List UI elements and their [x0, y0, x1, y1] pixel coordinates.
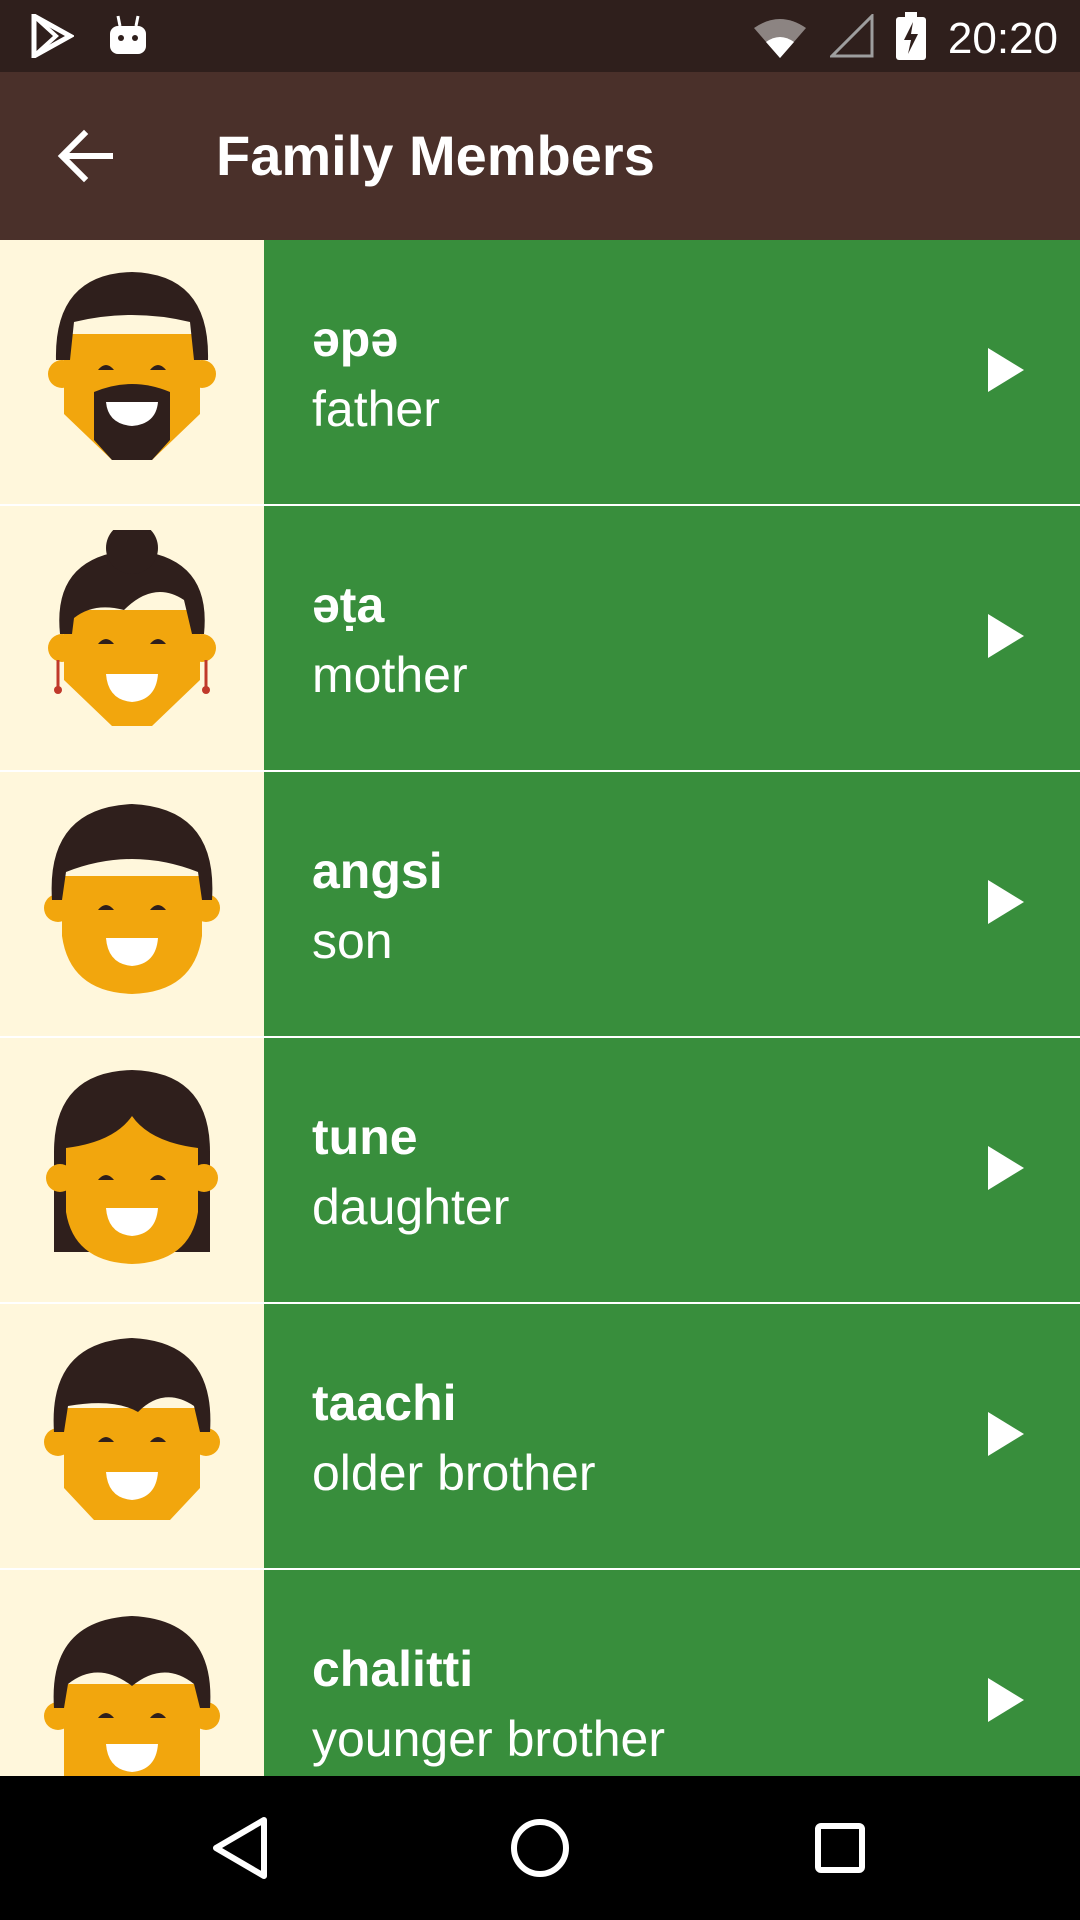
home-circle-icon[interactable]: [504, 1812, 576, 1884]
status-bar: 20:20: [0, 0, 1080, 72]
list-item-younger-brother[interactable]: chalitti younger brother: [0, 1570, 1080, 1776]
recents-square-icon[interactable]: [804, 1812, 876, 1884]
play-icon[interactable]: [988, 1678, 1024, 1722]
father-avatar-icon: [48, 272, 216, 460]
item-content[interactable]: taachi older brother: [264, 1304, 1080, 1568]
item-word: taachi: [312, 1375, 457, 1431]
older-brother-avatar-icon: [44, 1338, 220, 1520]
item-meaning: mother: [312, 647, 468, 703]
android-icon: [108, 14, 148, 63]
back-triangle-icon[interactable]: [204, 1812, 276, 1884]
avatar: [0, 240, 264, 504]
play-icon[interactable]: [988, 348, 1024, 392]
item-meaning: older brother: [312, 1445, 596, 1501]
arrow-back-icon[interactable]: [52, 122, 120, 190]
item-meaning: son: [312, 913, 393, 969]
play-icon[interactable]: [988, 1412, 1024, 1456]
item-meaning: daughter: [312, 1179, 510, 1235]
item-meaning: father: [312, 381, 440, 437]
mother-avatar-icon: [48, 530, 216, 726]
status-left: [30, 11, 148, 63]
list-item-older-brother[interactable]: taachi older brother: [0, 1304, 1080, 1568]
navigation-bar: [0, 1776, 1080, 1920]
family-list: əpə father əṭa mother angsi son tune dau…: [0, 240, 1080, 1776]
daughter-avatar-icon: [46, 1070, 218, 1264]
page-title: Family Members: [216, 124, 655, 187]
item-content[interactable]: əṭa mother: [264, 506, 1080, 770]
play-icon[interactable]: [988, 614, 1024, 658]
avatar: [0, 1304, 264, 1568]
play-icon[interactable]: [988, 1146, 1024, 1190]
wifi-icon: [752, 14, 808, 63]
younger-brother-avatar-icon: [44, 1616, 220, 1776]
item-word: chalitti: [312, 1641, 474, 1697]
battery-charging-icon: [895, 12, 926, 65]
list-item-mother[interactable]: əṭa mother: [0, 506, 1080, 770]
play-store-icon: [30, 11, 76, 63]
item-content[interactable]: əpə father: [264, 240, 1080, 504]
avatar: [0, 506, 264, 770]
avatar: [0, 772, 264, 1036]
app-bar: Family Members: [0, 72, 1080, 240]
item-content[interactable]: chalitti younger brother: [264, 1570, 1080, 1776]
item-content[interactable]: angsi son: [264, 772, 1080, 1036]
status-time: 20:20: [947, 13, 1058, 63]
item-word: tune: [312, 1109, 418, 1165]
item-word: angsi: [312, 843, 443, 899]
item-word: əṭa: [312, 577, 385, 633]
item-meaning: younger brother: [312, 1711, 666, 1767]
son-avatar-icon: [44, 804, 220, 994]
list-item-father[interactable]: əpə father: [0, 240, 1080, 504]
list-item-daughter[interactable]: tune daughter: [0, 1038, 1080, 1302]
play-icon[interactable]: [988, 880, 1024, 924]
status-right: 20:20: [752, 12, 1058, 65]
avatar: [0, 1038, 264, 1302]
list-item-son[interactable]: angsi son: [0, 772, 1080, 1036]
signal-icon: [828, 12, 874, 63]
avatar: [0, 1570, 264, 1776]
item-content[interactable]: tune daughter: [264, 1038, 1080, 1302]
item-word: əpə: [312, 311, 399, 367]
